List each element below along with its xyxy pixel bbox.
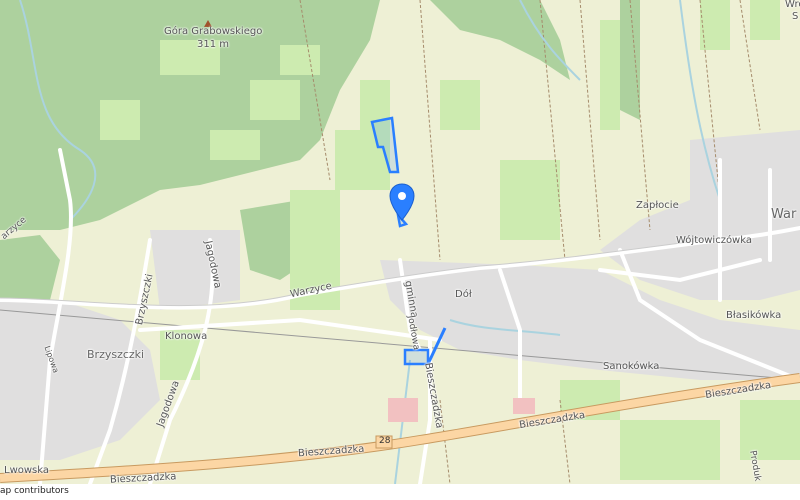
map-canvas[interactable]: Góra Grabowskiego 311 m Warzyce Dół Zapł… — [0, 0, 800, 484]
place-label-s: S — [792, 11, 799, 22]
commercial-area-2 — [513, 398, 535, 414]
commercial-area — [388, 398, 418, 422]
parcel-south — [403, 348, 430, 366]
peak-elevation-label: 311 m — [197, 39, 230, 50]
place-label-wro: Wro — [785, 0, 800, 10]
place-label-sanokowka: Sanokówka — [603, 361, 660, 372]
street-label-bieszczadzka-1: Bieszczadzka — [109, 471, 177, 484]
road-number-label: 28 — [379, 436, 391, 446]
street-label-klonowa: Klonowa — [165, 331, 208, 342]
place-label-wojtowiczowka: Wójtowiczówka — [676, 235, 752, 246]
place-label-blasikowka: Błasikówka — [726, 310, 782, 321]
street-label-lwowska: Lwowska — [4, 465, 49, 476]
place-label-war: War — [771, 207, 797, 222]
place-label-dol: Dół — [455, 289, 472, 300]
place-label-zaplocie: Zapłocie — [636, 200, 679, 211]
map-attribution[interactable]: ap contributors — [0, 486, 69, 496]
peak-name-label: Góra Grabowskiego — [164, 26, 263, 37]
place-label-brzyszczki: Brzyszczki — [87, 348, 145, 361]
